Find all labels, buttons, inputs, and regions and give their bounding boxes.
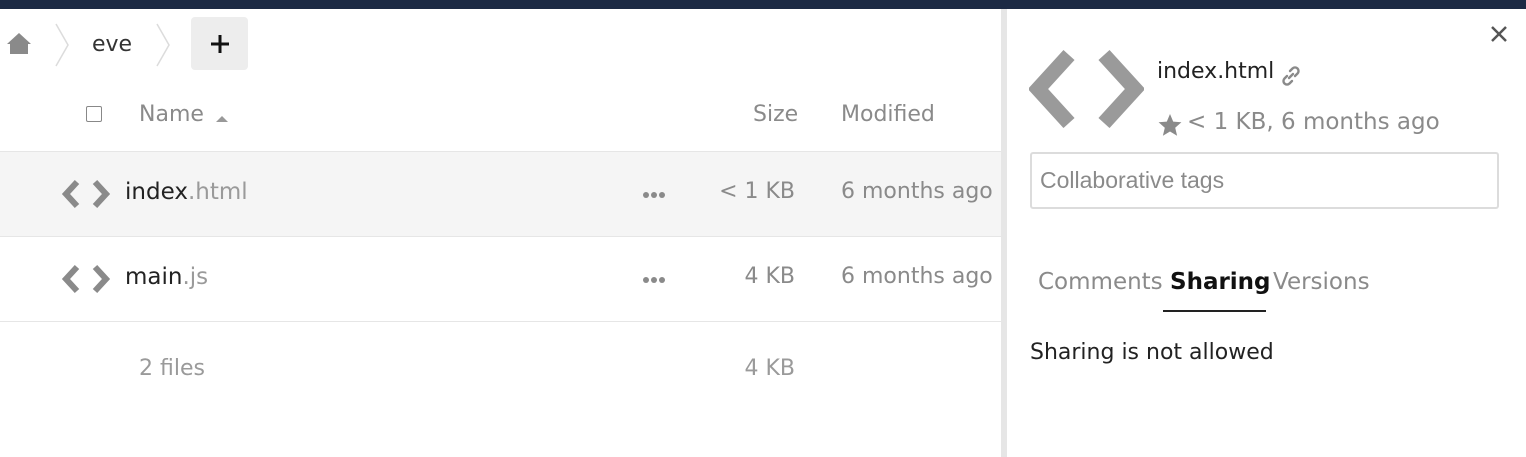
breadcrumb-separator-icon	[156, 23, 170, 67]
column-header-size[interactable]: Size	[753, 102, 798, 127]
link-icon[interactable]	[1279, 64, 1303, 88]
file-modified: 6 months ago	[841, 179, 993, 204]
tab-versions[interactable]: Versions	[1273, 269, 1370, 295]
home-icon[interactable]	[6, 31, 32, 55]
code-file-icon	[62, 179, 110, 209]
table-row[interactable]: index.html < 1 KB 6 months ago	[0, 152, 1001, 237]
close-icon[interactable]	[1488, 23, 1510, 45]
details-filename: index.html	[1157, 59, 1275, 84]
code-file-preview-icon	[1029, 49, 1144, 129]
file-name[interactable]: index.html	[125, 179, 248, 205]
column-header-modified[interactable]: Modified	[841, 102, 935, 127]
details-meta: < 1 KB, 6 months ago	[1187, 109, 1440, 135]
file-size: 4 KB	[744, 264, 795, 289]
tab-sharing[interactable]: Sharing	[1170, 269, 1271, 295]
more-icon[interactable]	[640, 267, 668, 293]
table-row[interactable]: main.js 4 KB 6 months ago	[0, 237, 1001, 322]
code-file-icon	[62, 264, 110, 294]
breadcrumb: eve	[0, 9, 1001, 79]
plus-icon	[210, 34, 229, 53]
file-modified: 6 months ago	[841, 264, 993, 289]
breadcrumb-folder[interactable]: eve	[92, 32, 132, 57]
summary-file-count: 2 files	[139, 356, 205, 381]
summary-total-size: 4 KB	[744, 356, 795, 381]
column-header-name[interactable]: Name	[139, 102, 204, 127]
file-size: < 1 KB	[719, 179, 795, 204]
select-all-checkbox[interactable]	[86, 106, 102, 122]
active-tab-indicator	[1163, 310, 1266, 312]
star-icon[interactable]	[1157, 112, 1183, 138]
tab-comments[interactable]: Comments	[1038, 269, 1163, 295]
details-panel: index.html < 1 KB, 6 months ago Comments…	[1007, 9, 1526, 457]
sharing-message: Sharing is not allowed	[1030, 340, 1274, 365]
sort-ascending-icon	[216, 116, 228, 122]
collaborative-tags-input[interactable]	[1030, 152, 1499, 209]
table-header: Name Size Modified	[0, 89, 1001, 152]
file-name[interactable]: main.js	[125, 264, 208, 290]
add-new-button[interactable]	[191, 17, 248, 70]
breadcrumb-separator-icon	[55, 23, 69, 67]
more-icon[interactable]	[640, 182, 668, 208]
top-bar	[0, 0, 1526, 9]
file-list-area: eve Name Size Modified index.html < 1 KB…	[0, 9, 1001, 457]
